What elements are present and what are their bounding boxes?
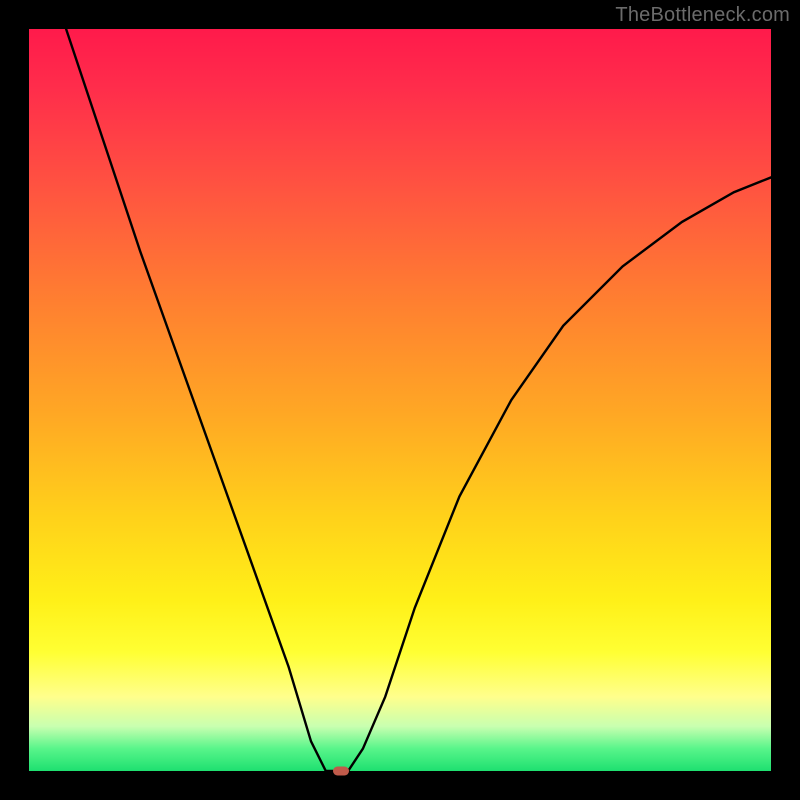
optimal-marker (333, 767, 349, 776)
bottleneck-curve (29, 29, 771, 771)
watermark-text: TheBottleneck.com (615, 4, 790, 27)
plot-area (29, 29, 771, 771)
chart-frame: TheBottleneck.com (0, 0, 800, 800)
